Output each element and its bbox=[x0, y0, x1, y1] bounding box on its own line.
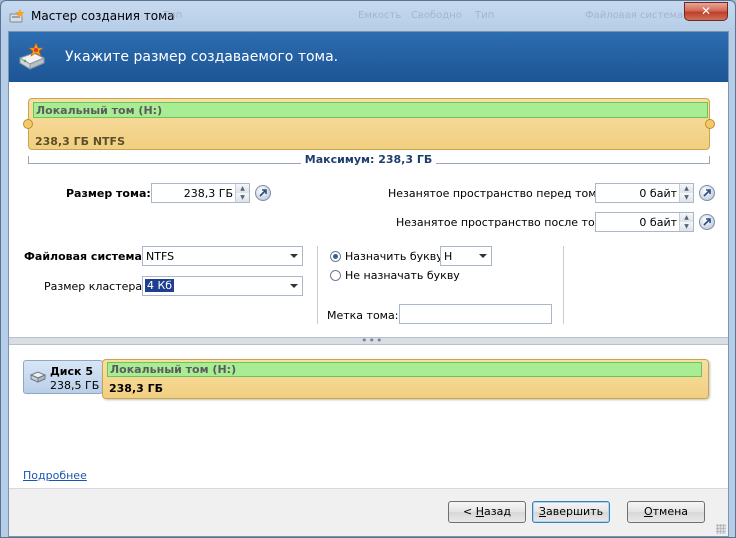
create-volume-icon bbox=[18, 42, 46, 70]
close-button[interactable]: ✕ bbox=[684, 2, 728, 21]
back-button-label: азад bbox=[484, 505, 511, 518]
spinner-buttons[interactable]: ▲ ▼ bbox=[235, 184, 249, 202]
chevron-down-icon bbox=[290, 254, 298, 258]
drive-letter-value: H bbox=[444, 250, 453, 263]
volume-label-label: Метка тома: bbox=[327, 309, 399, 322]
background-column-text: Свободно bbox=[411, 10, 462, 21]
spin-down-icon[interactable]: ▼ bbox=[680, 222, 693, 231]
background-column-text: Тип bbox=[163, 10, 183, 21]
finish-button[interactable]: Завершить bbox=[532, 501, 610, 523]
space-after-max-button[interactable] bbox=[699, 214, 715, 230]
chevron-down-icon bbox=[479, 254, 487, 258]
wizard-header: Укажите размер создаваемого тома. bbox=[9, 32, 728, 82]
arrow-up-right-icon bbox=[703, 189, 711, 197]
button-bar: < Назад Завершить Отмена bbox=[9, 488, 728, 536]
window-title: Мастер создания тома bbox=[31, 9, 175, 23]
background-column-text: Емкость bbox=[358, 10, 402, 21]
space-after-value: 0 байт bbox=[639, 216, 677, 229]
disk-block[interactable]: Диск 5 238,5 ГБ bbox=[23, 360, 103, 394]
disk-name: Диск 5 bbox=[50, 365, 93, 378]
disk-icon bbox=[30, 371, 46, 383]
finish-button-hotkey: З bbox=[538, 505, 546, 518]
filesystem-label: Файловая система: bbox=[24, 250, 147, 263]
background-column-text: Тип bbox=[475, 10, 495, 21]
spin-up-icon[interactable]: ▲ bbox=[680, 184, 693, 193]
cluster-size-label: Размер кластера: bbox=[44, 280, 146, 293]
arrow-up-right-icon bbox=[703, 218, 711, 226]
spinner-buttons[interactable]: ▲ ▼ bbox=[679, 213, 693, 231]
pane-splitter[interactable]: ••• bbox=[9, 334, 728, 347]
space-after-spinner[interactable]: 0 байт ▲ ▼ bbox=[595, 212, 694, 232]
partition-size: 238,3 ГБ bbox=[109, 382, 164, 395]
cancel-button[interactable]: Отмена bbox=[627, 501, 705, 523]
maximum-label-row: Максимум: 238,3 ГБ bbox=[9, 153, 728, 166]
disk-map: Диск 5 238,5 ГБ Локальный том (H:) 238,3… bbox=[9, 345, 728, 497]
volume-right-handle[interactable] bbox=[705, 119, 715, 129]
arrow-up-right-icon bbox=[259, 189, 267, 197]
cancel-button-hotkey: О bbox=[643, 505, 653, 518]
assign-letter-radio[interactable] bbox=[330, 251, 341, 262]
space-before-max-button[interactable] bbox=[699, 185, 715, 201]
volume-size-spinner[interactable]: 238,3 ГБ ▲ ▼ bbox=[151, 183, 250, 203]
finish-button-label: авершить bbox=[545, 505, 604, 518]
form-divider bbox=[317, 246, 318, 324]
maximum-size-label: Максимум: 238,3 ГБ bbox=[300, 153, 437, 166]
wizard-app-icon bbox=[9, 9, 25, 23]
space-before-label: Незанятое пространство перед томом: bbox=[388, 187, 616, 200]
maximize-size-button[interactable] bbox=[255, 185, 271, 201]
spin-down-icon[interactable]: ▼ bbox=[680, 193, 693, 202]
wizard-heading: Укажите размер создаваемого тома. bbox=[65, 49, 339, 65]
back-button-hotkey: Н bbox=[475, 505, 485, 518]
title-bar[interactable]: Мастер создания тома Тип Емкость Свободн… bbox=[1, 1, 735, 31]
disk-size: 238,5 ГБ bbox=[50, 379, 100, 392]
space-after-label: Незанятое пространство после тома: bbox=[396, 216, 614, 229]
back-button[interactable]: < Назад bbox=[448, 501, 526, 523]
filesystem-value: NTFS bbox=[146, 250, 175, 263]
details-link[interactable]: Подробнее bbox=[23, 469, 87, 482]
background-column-text: Файловая система bbox=[585, 10, 684, 21]
volume-size-value: 238,3 ГБ bbox=[183, 187, 233, 200]
space-before-value: 0 байт bbox=[639, 187, 677, 200]
volume-label-input[interactable] bbox=[399, 304, 552, 324]
cluster-size-value: 4 Кб bbox=[145, 279, 175, 292]
partition-block[interactable]: Локальный том (H:) 238,3 ГБ bbox=[102, 359, 709, 399]
wizard-window: Мастер создания тома Тип Емкость Свободн… bbox=[0, 0, 736, 538]
space-before-spinner[interactable]: 0 байт ▲ ▼ bbox=[595, 183, 694, 203]
spin-up-icon[interactable]: ▲ bbox=[680, 213, 693, 222]
volume-name-strip: Локальный том (H:) bbox=[33, 102, 708, 118]
drive-letter-select[interactable]: H bbox=[440, 246, 492, 266]
assign-letter-label[interactable]: Назначить букву: bbox=[345, 250, 446, 263]
spinner-buttons[interactable]: ▲ ▼ bbox=[679, 184, 693, 202]
form-divider bbox=[563, 246, 564, 324]
chevron-down-icon bbox=[290, 284, 298, 288]
spin-down-icon[interactable]: ▼ bbox=[236, 193, 249, 202]
cluster-size-select[interactable]: 4 Кб bbox=[142, 276, 303, 296]
volume-left-handle[interactable] bbox=[23, 119, 33, 129]
partition-name-strip: Локальный том (H:) bbox=[107, 362, 702, 377]
volume-name: Локальный том (H:) bbox=[36, 104, 163, 117]
cancel-button-label: тмена bbox=[652, 505, 689, 518]
resize-grip-icon[interactable] bbox=[716, 524, 726, 534]
partition-name: Локальный том (H:) bbox=[110, 363, 237, 376]
no-letter-label[interactable]: Не назначать букву bbox=[345, 269, 460, 282]
back-button-prefix: < bbox=[463, 505, 476, 518]
wizard-client-area: Укажите размер создаваемого тома. Локаль… bbox=[8, 31, 729, 537]
no-letter-radio[interactable] bbox=[330, 270, 341, 281]
volume-size-fs: 238,3 ГБ NTFS bbox=[35, 135, 125, 148]
close-icon: ✕ bbox=[700, 4, 712, 18]
spin-up-icon[interactable]: ▲ bbox=[236, 184, 249, 193]
filesystem-select[interactable]: NTFS bbox=[142, 246, 303, 266]
volume-size-label: Размер тома: bbox=[66, 187, 151, 200]
volume-size-bar[interactable]: Локальный том (H:) 238,3 ГБ NTFS bbox=[28, 98, 710, 150]
